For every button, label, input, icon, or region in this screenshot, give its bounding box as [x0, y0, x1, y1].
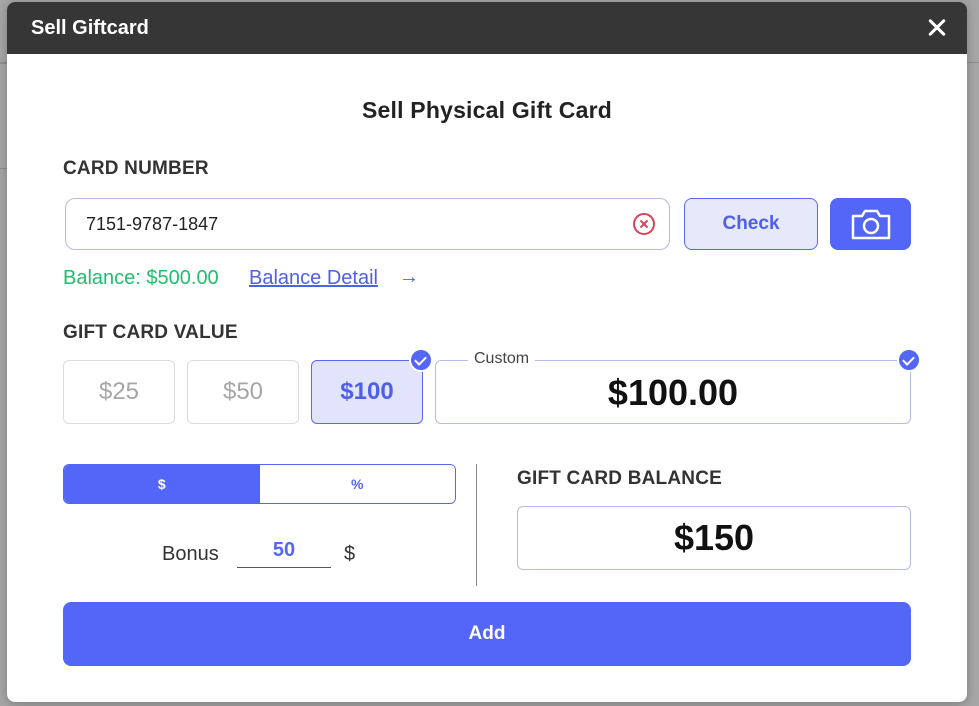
gift-card-balance-value: $150	[517, 506, 911, 570]
modal-title: Sell Giftcard	[31, 16, 149, 39]
value-option-100[interactable]: $100	[311, 360, 423, 424]
custom-value-input[interactable]: $100.00	[436, 361, 910, 425]
bonus-type-percent[interactable]: %	[259, 465, 455, 503]
card-number-input[interactable]	[86, 213, 606, 235]
bonus-label: Bonus	[162, 543, 219, 565]
background-line	[0, 168, 7, 169]
check-button[interactable]: Check	[684, 198, 818, 250]
arrow-right-icon: →	[399, 266, 419, 288]
camera-button[interactable]	[830, 198, 911, 250]
value-option-25[interactable]: $25	[63, 360, 175, 424]
card-number-label: CARD NUMBER	[63, 158, 209, 179]
balance-detail-link[interactable]: Balance Detail	[249, 267, 378, 290]
bonus-unit: $	[344, 543, 356, 565]
modal-header: Sell Giftcard	[7, 2, 967, 54]
selected-check-icon	[409, 348, 433, 372]
background-line	[967, 62, 979, 63]
background-line	[0, 62, 7, 64]
custom-check-icon	[897, 348, 921, 372]
value-option-50[interactable]: $50	[187, 360, 299, 424]
card-number-field[interactable]	[65, 198, 670, 250]
custom-value-field[interactable]: Custom $100.00	[435, 350, 911, 425]
add-button[interactable]: Add	[63, 602, 911, 666]
bonus-type-toggle[interactable]: $ %	[63, 464, 456, 504]
close-icon[interactable]	[925, 16, 949, 40]
sell-giftcard-modal: Sell Giftcard Sell Physical Gift Card CA…	[7, 2, 967, 702]
clear-icon[interactable]	[633, 213, 655, 235]
bonus-type-dollar[interactable]: $	[64, 465, 260, 503]
divider	[476, 464, 477, 586]
bonus-input[interactable]: 50	[237, 534, 331, 568]
page-title: Sell Physical Gift Card	[361, 97, 613, 123]
gift-card-value-label: GIFT CARD VALUE	[63, 322, 238, 343]
camera-icon	[851, 209, 890, 240]
balance-text: Balance: $500.00	[63, 267, 219, 289]
gift-card-balance-label: GIFT CARD BALANCE	[517, 468, 722, 489]
